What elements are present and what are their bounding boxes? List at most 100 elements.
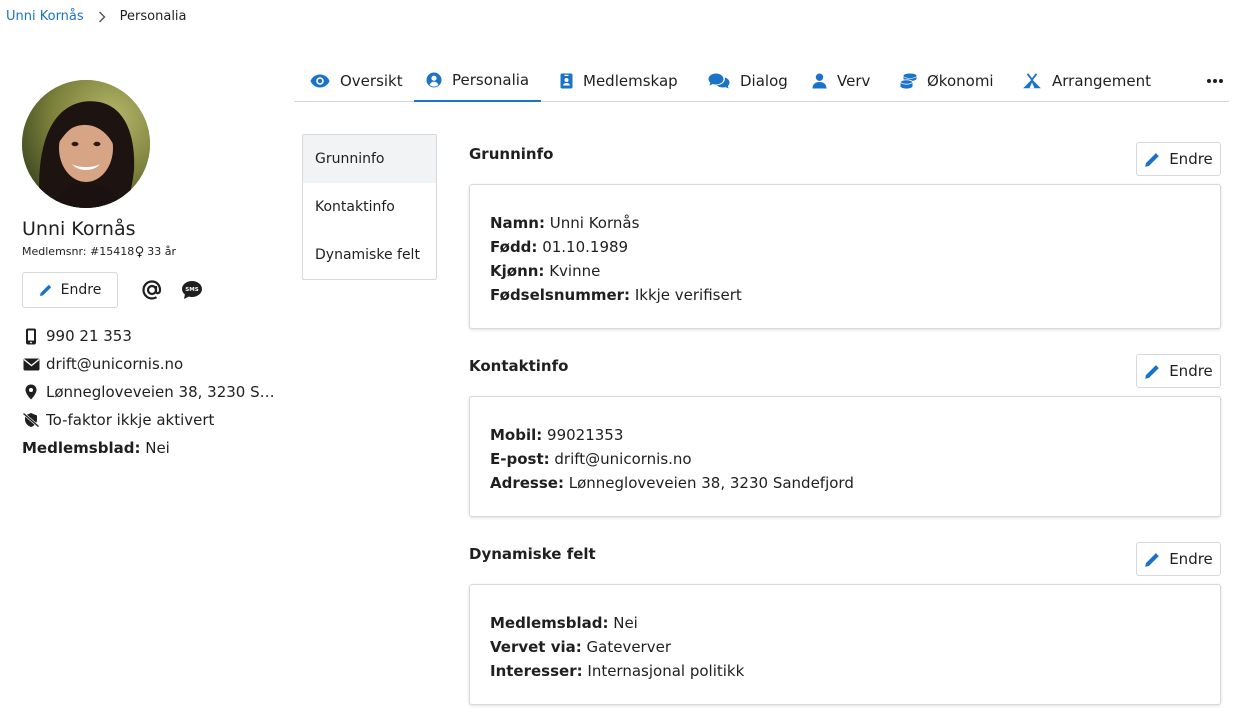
field-row: Interesser: Internasjonal politikk	[490, 659, 1200, 683]
section-title-grunninfo: Grunninfo	[469, 145, 554, 163]
edit-profile-button[interactable]: Endre	[22, 272, 118, 308]
field-value: Ikkje verifisert	[634, 286, 742, 304]
sms-icon[interactable]: SMS	[180, 278, 204, 302]
contact-phone: 990 21 353	[22, 322, 282, 350]
tab-label: Medlemskap	[583, 72, 678, 90]
shield-off-icon	[22, 412, 40, 428]
contact-address: Lønnegloveveien 38, 3230 San...	[22, 378, 282, 406]
dot	[1219, 79, 1223, 83]
edit-label: Endre	[1169, 550, 1213, 568]
tab-verv[interactable]: Verv	[812, 60, 870, 102]
phone-value: 990 21 353	[46, 327, 132, 345]
contact-two-factor: To-faktor ikkje aktivert	[22, 406, 282, 434]
field-label: Kjønn:	[490, 262, 545, 280]
field-value: 99021353	[547, 426, 624, 444]
field-row: Kjønn: Kvinne	[490, 259, 1200, 283]
tab-label: Arrangement	[1052, 72, 1152, 90]
field-label: Namn:	[490, 214, 545, 232]
user-icon	[812, 73, 827, 89]
field-value: Nei	[613, 614, 638, 632]
dot	[1213, 79, 1217, 83]
campground-icon	[1022, 73, 1042, 89]
field-row: Adresse: Lønnegloveveien 38, 3230 Sandef…	[490, 471, 1200, 495]
edit-grunninfo-button[interactable]: Endre	[1136, 142, 1221, 176]
newsletter-row: Medlemsblad: Nei	[22, 439, 170, 457]
pencil-icon	[1144, 151, 1161, 168]
field-value: Internasjonal politikk	[587, 662, 745, 680]
tab-arrangement[interactable]: Arrangement	[1022, 60, 1151, 102]
tab-label: Dialog	[740, 72, 788, 90]
venus-icon	[135, 245, 144, 258]
mobile-phone-icon	[22, 328, 40, 345]
tab-oversikt[interactable]: Oversikt	[310, 60, 403, 102]
contact-newsletter: Medlemsblad: Nei	[22, 434, 282, 462]
edit-label: Endre	[1169, 150, 1213, 168]
profile-meta: Medlemsnr: #15418 33 år	[22, 245, 176, 258]
card-dynamiske-felt: Medlemsblad: Nei Vervet via: Gateverver …	[469, 584, 1221, 705]
field-label: Medlemsblad:	[490, 614, 609, 632]
field-row: Fødd: 01.10.1989	[490, 235, 1200, 259]
pencil-icon	[1144, 551, 1161, 568]
contact-list: 990 21 353 drift@unicornis.no Lønneglove…	[22, 322, 282, 462]
more-options-button[interactable]	[1205, 72, 1225, 90]
field-row: Mobil: 99021353	[490, 423, 1200, 447]
field-value: 01.10.1989	[542, 238, 629, 256]
pencil-icon	[1144, 363, 1161, 380]
newsletter-label: Medlemsblad:	[22, 439, 141, 457]
member-number: Medlemsnr: #15418	[22, 245, 135, 258]
id-badge-icon	[560, 73, 573, 89]
field-label: Fødd:	[490, 238, 538, 256]
edit-dynamiske-felt-button[interactable]: Endre	[1136, 542, 1221, 576]
user-circle-icon	[426, 72, 442, 88]
profile-name: Unni Kornås	[22, 218, 136, 240]
map-pin-icon	[22, 384, 40, 400]
tab-label: Verv	[837, 72, 871, 90]
field-value: Unni Kornås	[549, 214, 640, 232]
field-label: Interesser:	[490, 662, 583, 680]
subnav-kontaktinfo[interactable]: Kontaktinfo	[303, 183, 436, 231]
field-label: Fødselsnummer:	[490, 286, 631, 304]
eye-icon	[310, 74, 330, 88]
newsletter-value: Nei	[145, 439, 170, 457]
tab-dialog[interactable]: Dialog	[708, 60, 788, 102]
chevron-right-icon	[98, 11, 106, 23]
tab-medlemskap[interactable]: Medlemskap	[560, 60, 678, 102]
address-value: Lønnegloveveien 38, 3230 San...	[46, 383, 282, 401]
field-value: Gateverver	[586, 638, 672, 656]
dot	[1207, 79, 1211, 83]
field-row: Medlemsblad: Nei	[490, 611, 1200, 635]
breadcrumb-link-member[interactable]: Unni Kornås	[6, 9, 84, 24]
edit-label: Endre	[1169, 362, 1213, 380]
tab-label: Oversikt	[340, 72, 403, 90]
age: 33 år	[147, 245, 176, 258]
field-row: E-post: drift@unicornis.no	[490, 447, 1200, 471]
coins-icon	[900, 73, 917, 89]
field-value: drift@unicornis.no	[554, 450, 692, 468]
card-grunninfo: Namn: Unni Kornås Fødd: 01.10.1989 Kjønn…	[469, 184, 1221, 329]
tab-okonomi[interactable]: Økonomi	[900, 60, 994, 102]
comments-icon	[708, 73, 730, 89]
at-email-icon[interactable]	[140, 278, 164, 302]
section-title-dynamiske-felt: Dynamiske felt	[469, 545, 596, 563]
field-row: Fødselsnummer: Ikkje verifisert	[490, 283, 1200, 307]
contact-email: drift@unicornis.no	[22, 350, 282, 378]
breadcrumb-current: Personalia	[119, 9, 187, 24]
tab-personalia[interactable]: Personalia	[414, 60, 542, 102]
field-value: Kvinne	[549, 262, 601, 280]
envelope-icon	[22, 358, 40, 371]
field-label: Mobil:	[490, 426, 543, 444]
field-label: Adresse:	[490, 474, 564, 492]
section-title-kontaktinfo: Kontaktinfo	[469, 357, 569, 375]
breadcrumb: Unni Kornås Personalia	[6, 9, 187, 24]
tab-bar: Oversikt Personalia Medlemskap Dialog Ve…	[294, 60, 1229, 102]
tab-label: Økonomi	[927, 72, 994, 90]
tab-label: Personalia	[452, 71, 530, 89]
edit-profile-label: Endre	[60, 282, 102, 298]
subnav-dynamiske-felt[interactable]: Dynamiske felt	[303, 231, 436, 279]
pencil-icon	[39, 283, 53, 297]
field-row: Vervet via: Gateverver	[490, 635, 1200, 659]
edit-kontaktinfo-button[interactable]: Endre	[1136, 354, 1221, 388]
two-factor-status: To-faktor ikkje aktivert	[46, 411, 215, 429]
email-value[interactable]: drift@unicornis.no	[46, 355, 183, 373]
subnav-grunninfo[interactable]: Grunninfo	[303, 135, 436, 183]
